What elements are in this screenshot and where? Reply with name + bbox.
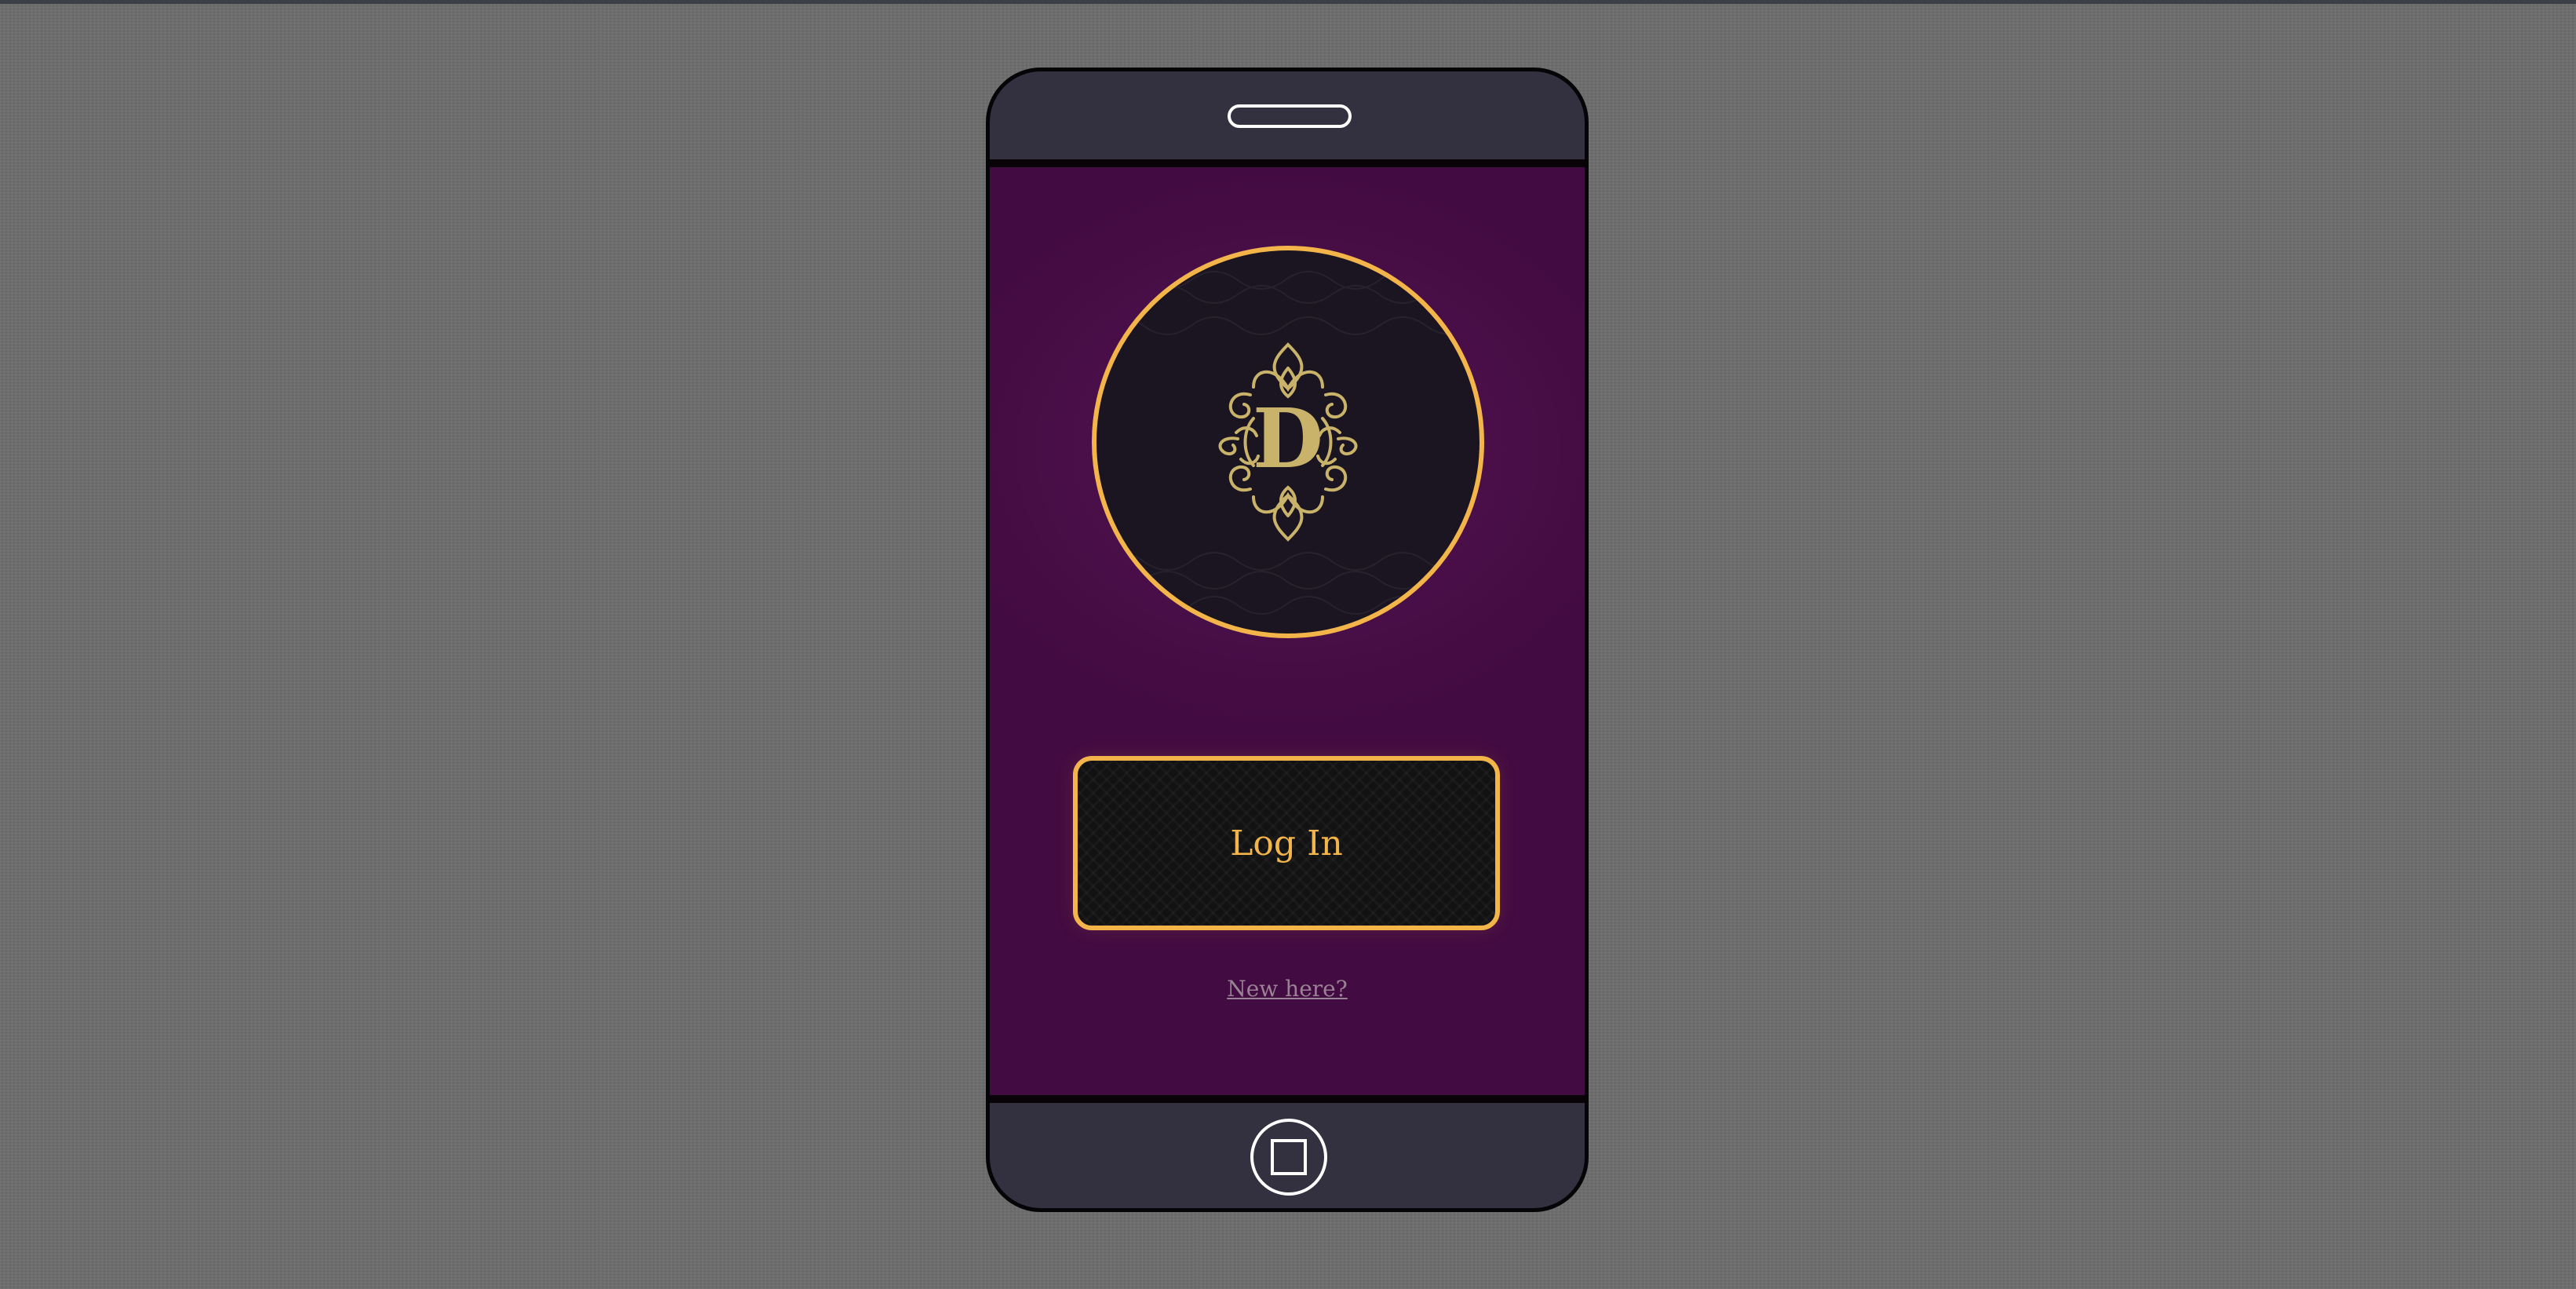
new-here-link[interactable]: New here? — [990, 976, 1585, 1002]
app-logo: D — [1092, 246, 1484, 638]
new-here-link-label: New here? — [1227, 976, 1348, 1002]
logo-letter: D — [1253, 390, 1323, 487]
phone-frame: D Log In New here? — [986, 68, 1589, 1212]
ornate-monogram-logo-icon: D — [1096, 271, 1480, 615]
app-screen: D Log In New here? — [990, 159, 1585, 1103]
login-button[interactable]: Log In — [1073, 756, 1500, 930]
home-icon — [1271, 1139, 1307, 1175]
top-strip — [0, 0, 2576, 4]
home-button[interactable] — [1250, 1119, 1327, 1196]
login-button-label: Log In — [1230, 823, 1343, 864]
speaker-icon — [1228, 104, 1352, 128]
